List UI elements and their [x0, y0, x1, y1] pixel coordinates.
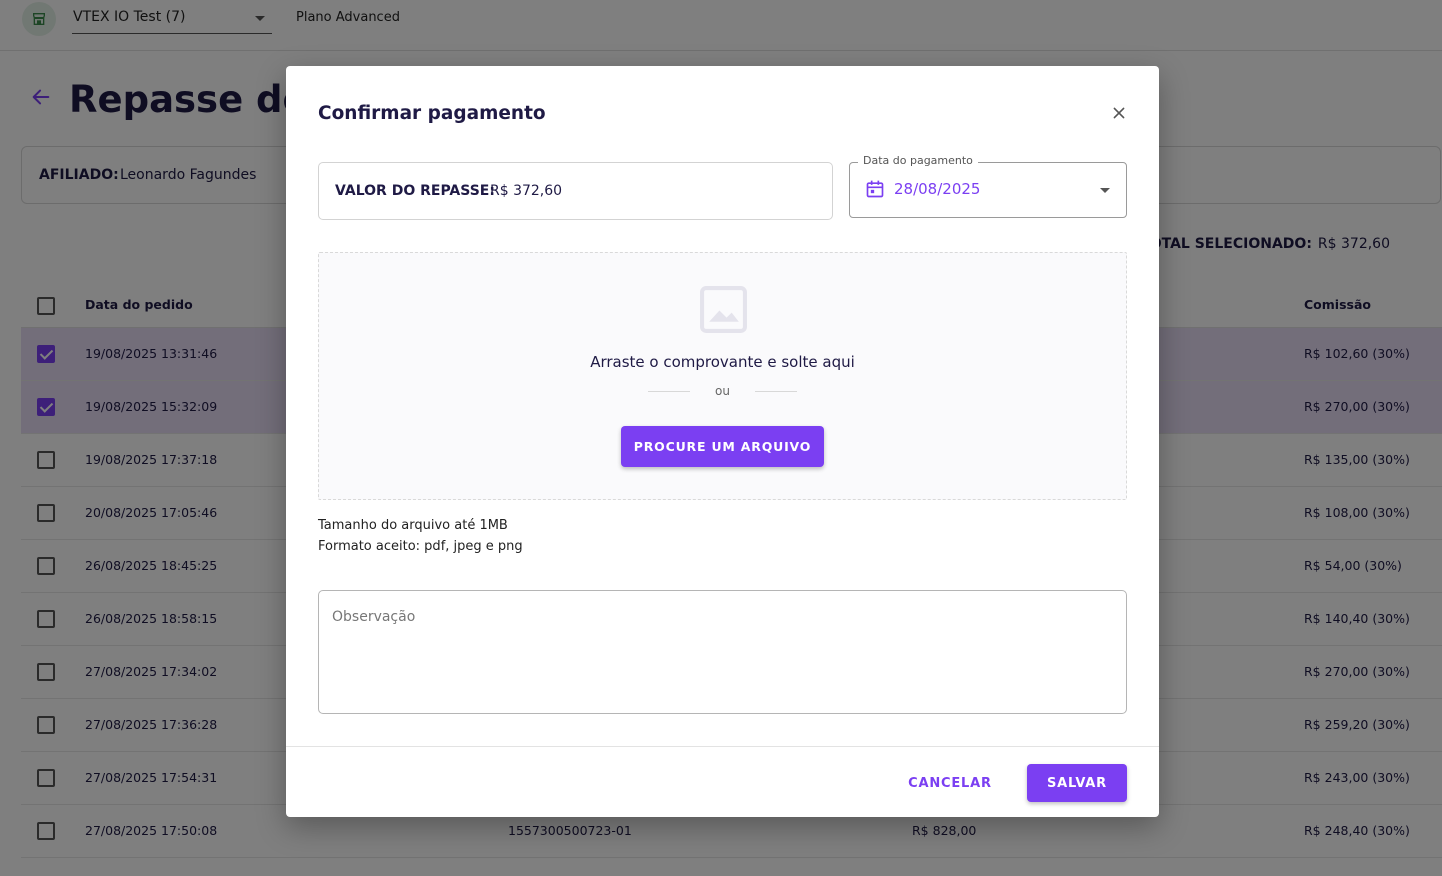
- file-dropzone[interactable]: Arraste o comprovante e solte aqui ou PR…: [318, 252, 1127, 500]
- close-icon[interactable]: [1108, 102, 1130, 124]
- or-text: ou: [715, 384, 730, 398]
- file-size-hint: Tamanho do arquivo até 1MB: [318, 518, 508, 533]
- confirm-payment-dialog: Confirmar pagamento VALOR DO REPASSE: R$…: [286, 66, 1159, 817]
- divider-right: [755, 391, 797, 392]
- payment-date-label: Data do pagamento: [858, 154, 978, 167]
- observation-field[interactable]: [318, 590, 1127, 714]
- modal-title: Confirmar pagamento: [318, 103, 546, 124]
- payment-date-value: 28/08/2025: [894, 180, 981, 198]
- transfer-value-box: VALOR DO REPASSE: R$ 372,60: [318, 162, 833, 220]
- modal-footer: CANCELAR SALVAR: [286, 746, 1159, 817]
- calendar-icon: [866, 180, 884, 198]
- payment-date-picker[interactable]: Data do pagamento 28/08/2025: [849, 154, 1127, 218]
- browse-file-button[interactable]: PROCURE UM ARQUIVO: [621, 426, 824, 467]
- save-button[interactable]: SALVAR: [1027, 764, 1127, 802]
- transfer-value: R$ 372,60: [490, 183, 563, 199]
- image-icon: [700, 286, 747, 333]
- file-format-hint: Formato aceito: pdf, jpeg e png: [318, 539, 523, 554]
- cancel-button[interactable]: CANCELAR: [896, 764, 1004, 802]
- chevron-down-icon: [1100, 188, 1110, 193]
- dropzone-text: Arraste o comprovante e solte aqui: [590, 353, 855, 371]
- transfer-value-label: VALOR DO REPASSE:: [335, 183, 495, 199]
